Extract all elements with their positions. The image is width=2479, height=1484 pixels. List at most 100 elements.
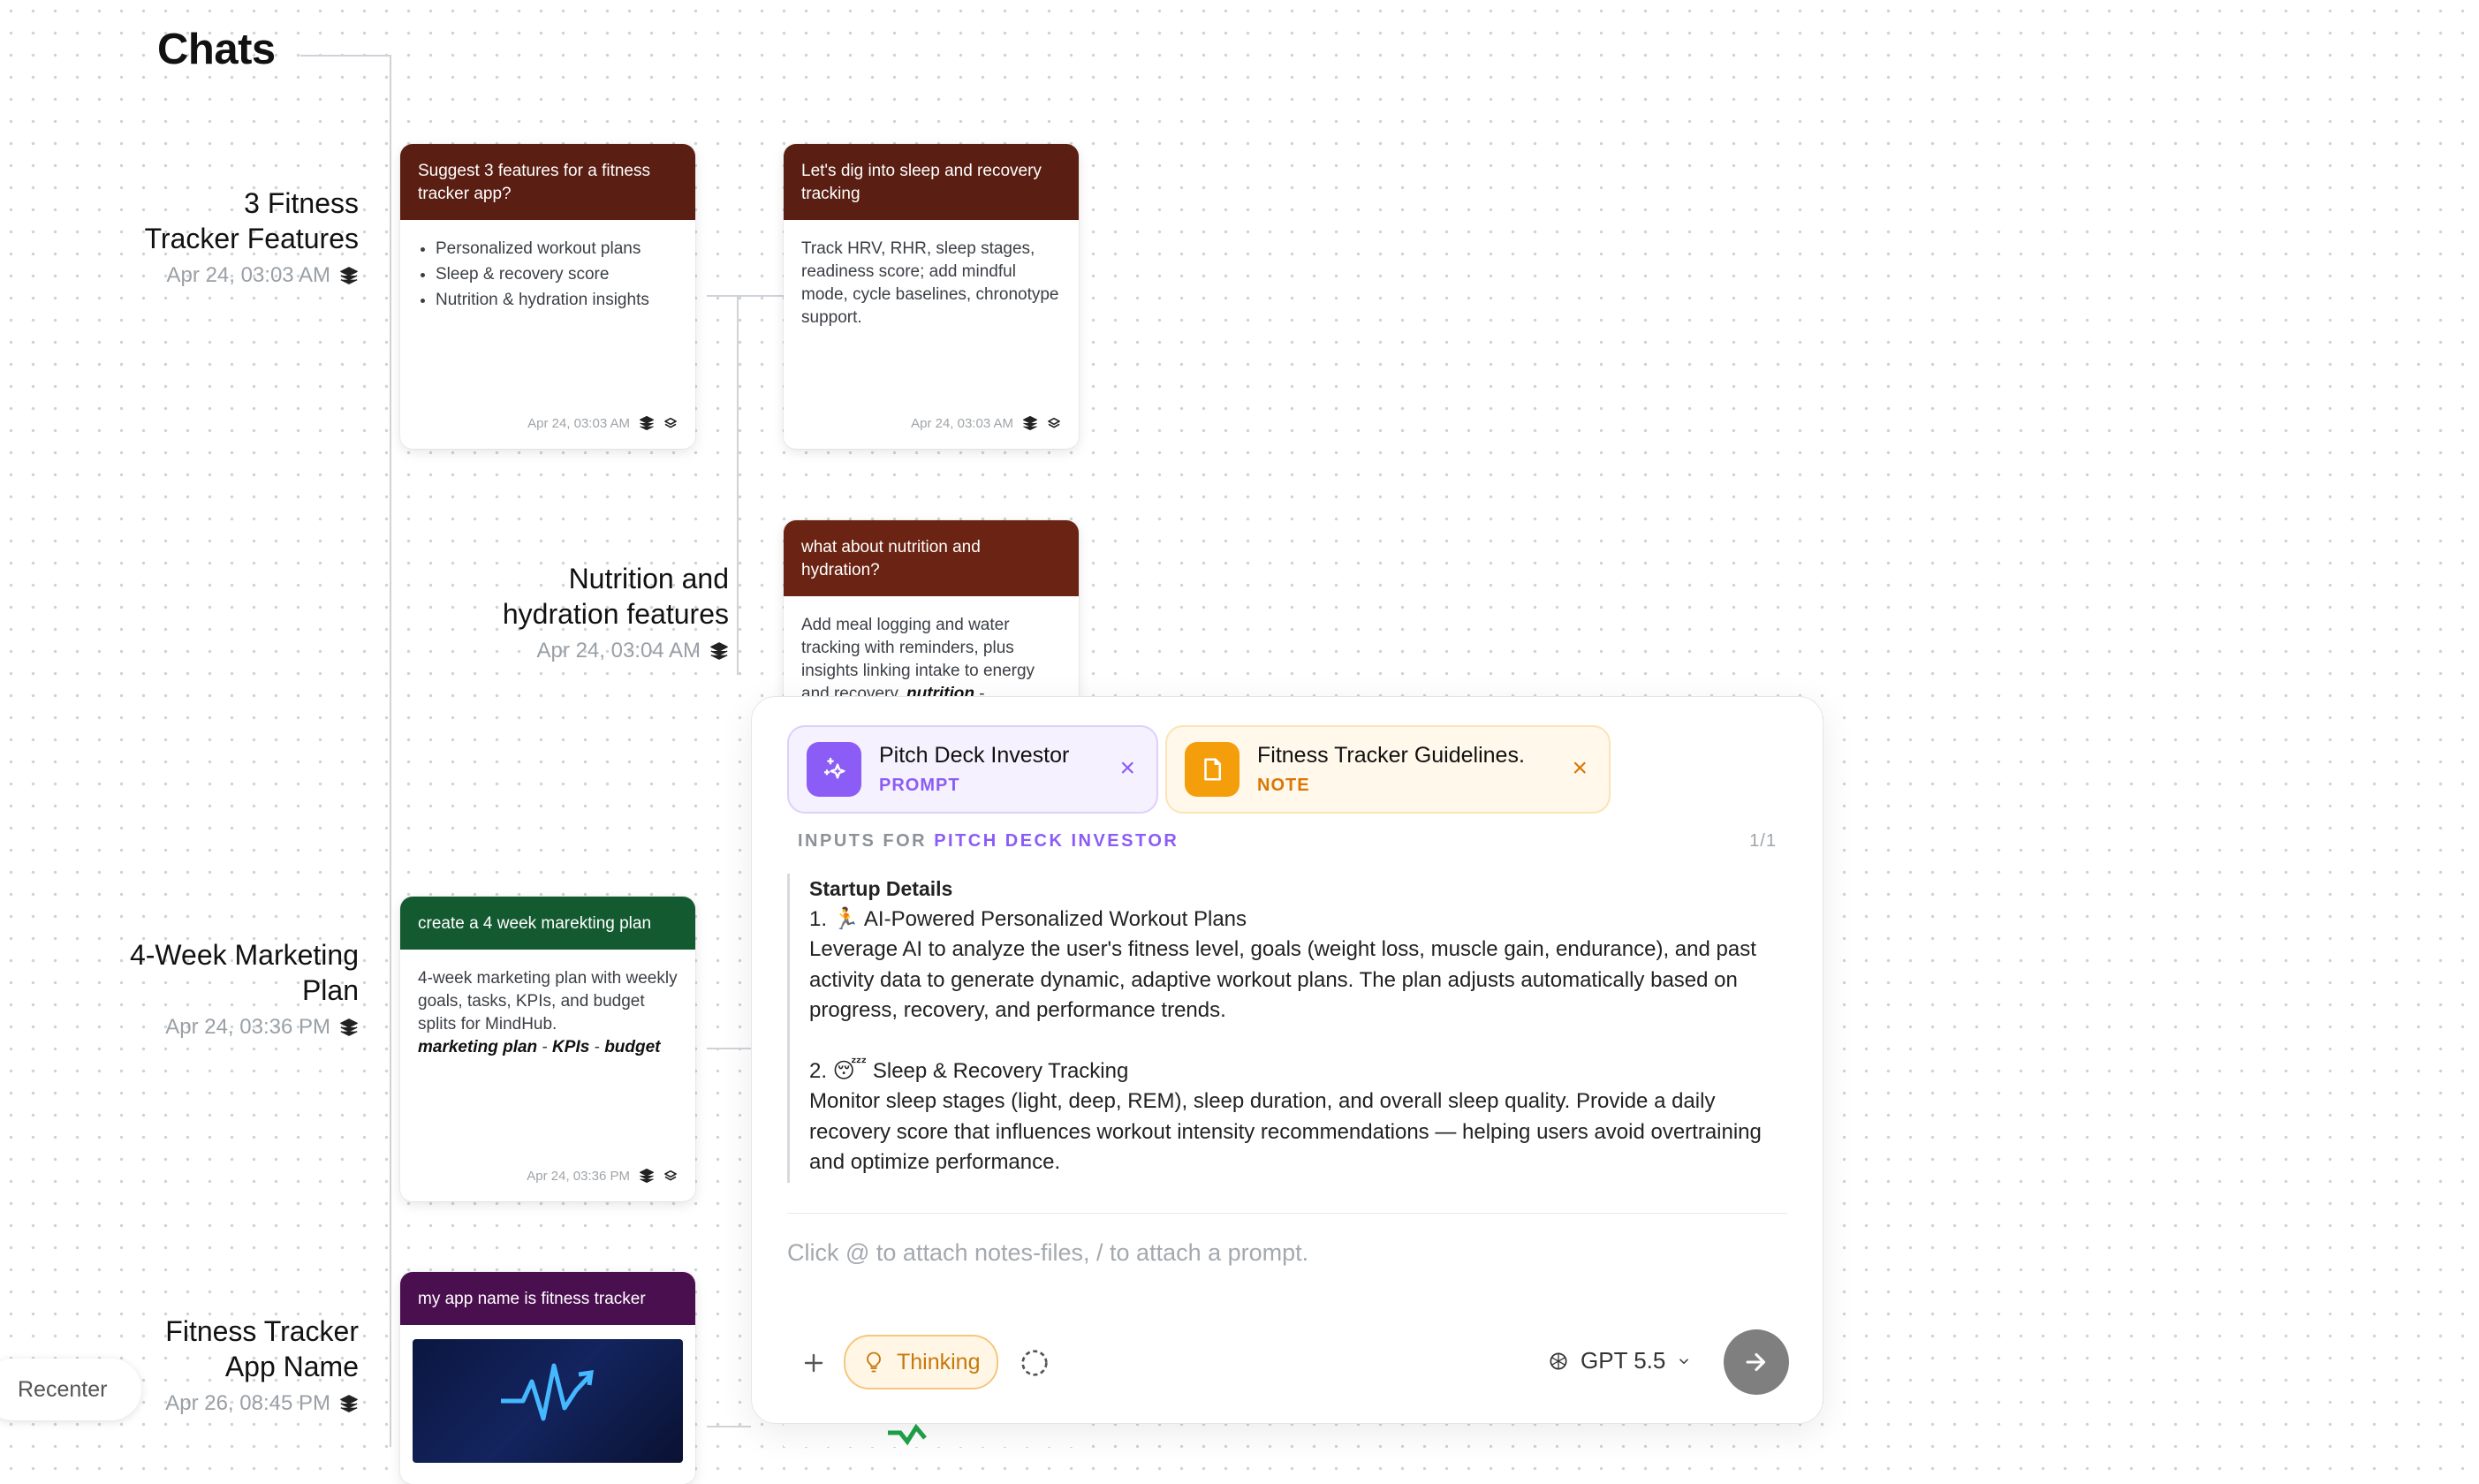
composer-panel: Pitch Deck Investor PROMPT × Fitness Tra… <box>751 696 1823 1424</box>
chat-title: Nutrition and <box>568 563 729 594</box>
chat-title: 4-Week Marketing <box>129 939 359 971</box>
card-body: Personalized workout plans Sleep & recov… <box>400 220 695 327</box>
layers-icon <box>639 415 655 431</box>
attached-prompt-chip[interactable]: Pitch Deck Investor PROMPT × <box>787 725 1158 814</box>
timeline-line <box>390 55 391 1447</box>
chip-name: Pitch Deck Investor <box>879 743 1070 768</box>
chat-date: Apr 24, 03:03 AM <box>166 263 330 287</box>
chat-date: Apr 24, 03:36 PM <box>165 1015 330 1039</box>
chat-title: App Name <box>224 1351 359 1382</box>
thinking-toggle[interactable]: Thinking <box>844 1335 998 1389</box>
message-input[interactable]: Click @ to attach notes-files, / to atta… <box>787 1239 1787 1267</box>
chat-date: Apr 26, 08:45 PM <box>165 1391 330 1415</box>
chevron-down-icon <box>1679 1358 1689 1364</box>
chat-title: Tracker Features <box>144 223 359 254</box>
chip-name: Fitness Tracker Guidelines. <box>1257 743 1525 768</box>
inputs-content-box: Startup Details 1. 🏃 AI-Powered Personal… <box>787 874 1779 1183</box>
title-connector <box>300 55 390 57</box>
recenter-label: Recenter <box>18 1376 108 1402</box>
chat-title: Plan <box>301 974 359 1006</box>
model-label: GPT 5.5 <box>1581 1347 1666 1374</box>
chat-card-sleep[interactable]: Let's dig into sleep and recovery tracki… <box>784 144 1079 449</box>
chart-fragment <box>784 1422 1079 1447</box>
remove-chip-close-icon[interactable]: × <box>1572 755 1588 782</box>
card-footer: Apr 24, 03:03 AM <box>911 415 1061 431</box>
card-summary: 4-week marketing plan with weekly goals,… <box>418 969 678 1034</box>
tag-separator: - <box>542 1038 548 1056</box>
card-tag: marketing plan <box>418 1038 538 1056</box>
card-date: Apr 24, 03:03 AM <box>527 415 630 431</box>
layers-icon <box>340 267 358 284</box>
chat-label[interactable]: 4-Week Marketing Plan Apr 24, 03:36 PM <box>130 937 359 1040</box>
stack-icon <box>1048 417 1060 428</box>
layers-icon <box>1022 415 1038 431</box>
lightbulb-icon <box>867 1352 881 1373</box>
item-body: Leverage AI to analyze the user's fitnes… <box>809 937 1756 1022</box>
pager: 1/1 <box>1749 831 1777 851</box>
heartbeat-icon <box>501 1363 594 1421</box>
chat-date: Apr 24, 03:04 AM <box>536 639 701 662</box>
sparkle-icon <box>807 742 861 797</box>
card-prompt: Let's dig into sleep and recovery tracki… <box>784 144 1079 220</box>
inputs-target: PITCH DECK INVESTOR <box>934 831 1179 851</box>
thinking-label: Thinking <box>897 1349 981 1374</box>
card-body: 4-week marketing plan with weekly goals,… <box>400 950 695 1071</box>
card-date: Apr 24, 03:03 AM <box>911 415 1013 431</box>
card-date: Apr 24, 03:36 PM <box>527 1168 630 1184</box>
card-prompt: create a 4 week marekting plan <box>400 897 695 950</box>
recenter-button[interactable]: Recenter <box>0 1359 141 1420</box>
item-title: 1. 🏃 AI-Powered Personalized Workout Pla… <box>809 906 1247 931</box>
arrow-right-icon <box>1746 1352 1766 1372</box>
chip-kind: PROMPT <box>879 776 960 795</box>
section-title: Startup Details <box>809 877 953 900</box>
openai-icon <box>1550 1352 1567 1370</box>
item-title: 2. 😴 Sleep & Recovery Tracking <box>809 1058 1129 1083</box>
model-selector[interactable]: GPT 5.5 <box>1547 1347 1692 1374</box>
list-item: Sleep & recovery score <box>436 263 678 286</box>
card-connector <box>707 1426 751 1427</box>
add-attachment-button[interactable] <box>798 1347 830 1379</box>
chat-label[interactable]: Fitness Tracker App Name Apr 26, 08:45 P… <box>165 1314 359 1416</box>
remove-chip-close-icon[interactable]: × <box>1119 755 1135 782</box>
card-prompt: Suggest 3 features for a fitness tracker… <box>400 144 695 220</box>
branch-line <box>737 295 739 675</box>
layers-icon <box>340 1395 358 1412</box>
card-tag: KPIs <box>552 1038 590 1056</box>
page-title: Chats <box>157 26 276 73</box>
card-body: Track HRV, RHR, sleep stages, readiness … <box>801 239 1059 327</box>
chat-card-features[interactable]: Suggest 3 features for a fitness tracker… <box>400 144 695 449</box>
divider <box>787 1213 1787 1214</box>
plus-icon <box>804 1353 823 1373</box>
card-connector <box>707 1048 751 1049</box>
file-icon <box>1185 742 1240 797</box>
card-tag: budget <box>604 1038 661 1056</box>
layers-icon <box>340 1018 358 1036</box>
card-footer: Apr 24, 03:36 PM <box>527 1168 678 1184</box>
chat-label[interactable]: 3 Fitness Tracker Features Apr 24, 03:03… <box>145 186 359 288</box>
chat-label[interactable]: Nutrition and hydration features Apr 24,… <box>503 561 729 663</box>
attached-note-chip[interactable]: Fitness Tracker Guidelines. NOTE × <box>1165 725 1611 814</box>
layers-icon <box>710 642 728 660</box>
inputs-label: INPUTS FOR <box>798 831 928 851</box>
chat-card-app-name[interactable]: my app name is fitness tracker <box>400 1272 695 1484</box>
card-connector <box>707 295 784 297</box>
layers-icon <box>639 1168 655 1184</box>
chat-card-marketing[interactable]: create a 4 week marekting plan 4-week ma… <box>400 897 695 1201</box>
list-item: Personalized workout plans <box>436 238 678 261</box>
inputs-header: INPUTS FOR PITCH DECK INVESTOR <box>798 831 1179 852</box>
loading-indicator-icon[interactable] <box>1017 1345 1052 1381</box>
card-thumbnail-image <box>413 1339 683 1463</box>
chip-kind: NOTE <box>1257 776 1310 795</box>
card-footer: Apr 24, 03:03 AM <box>527 415 678 431</box>
stack-icon <box>664 417 677 428</box>
stack-icon <box>664 1170 677 1181</box>
tag-separator: - <box>594 1038 600 1056</box>
card-prompt: my app name is fitness tracker <box>400 1272 695 1325</box>
chat-title: Fitness Tracker <box>165 1315 359 1347</box>
chat-title: hydration features <box>502 598 729 630</box>
send-button[interactable] <box>1724 1329 1789 1395</box>
trend-icon <box>888 1423 927 1446</box>
item-body: Monitor sleep stages (light, deep, REM),… <box>809 1089 1762 1174</box>
card-prompt: what about nutrition and hydration? <box>784 520 1079 596</box>
chat-title: 3 Fitness <box>244 187 359 219</box>
